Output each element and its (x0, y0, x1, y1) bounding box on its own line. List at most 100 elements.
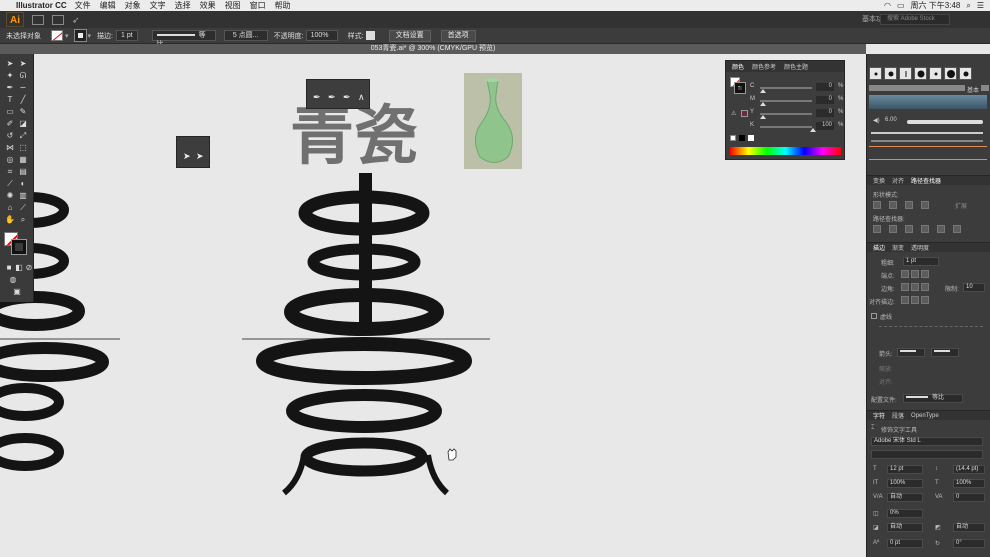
zoom-tool-icon[interactable]: ⌕ (18, 216, 28, 224)
group-select-icon[interactable]: ➤ (196, 151, 204, 162)
cyan-slider[interactable]: C 0% (750, 83, 844, 93)
menu-help[interactable]: 帮助 (275, 0, 291, 11)
out-of-gamut-icon[interactable]: ⚠ (731, 110, 736, 117)
round-cap-icon[interactable] (911, 270, 919, 278)
tab-stroke[interactable]: 描边 (873, 243, 885, 252)
eyedropper-icon[interactable]: ⟋ (5, 180, 15, 188)
brush-line-preview[interactable] (871, 132, 983, 134)
brush-size-stroke[interactable] (907, 120, 983, 124)
menu-select[interactable]: 选择 (175, 0, 191, 11)
baseline-shift-field[interactable]: 0 pt (887, 539, 923, 548)
vscale-field[interactable]: 100% (887, 479, 923, 488)
butt-cap-icon[interactable] (901, 270, 909, 278)
direct-selection-tool-icon[interactable]: ➤ (18, 60, 28, 68)
add-anchor-icon[interactable]: ✒ (328, 92, 336, 103)
black-slider[interactable]: K 100% (750, 122, 844, 132)
font-family-select[interactable]: Adobe 宋体 Std L (871, 437, 983, 446)
artboard-tool-icon[interactable]: ⌂ (5, 204, 15, 212)
tab-paragraph[interactable]: 段落 (892, 411, 904, 420)
brush-cell[interactable] (929, 67, 942, 80)
yellow-slider[interactable]: Y 0% (750, 109, 844, 119)
spotlight-icon[interactable]: ⌕ (966, 1, 970, 11)
paintbrush-icon[interactable]: ✎ (18, 108, 28, 116)
limit-field[interactable]: 10 (963, 283, 985, 292)
kerning-field[interactable]: 自动 (887, 493, 923, 502)
aki-right-field[interactable]: 自动 (953, 523, 985, 532)
tsume-field[interactable]: 0% (887, 509, 923, 518)
curvature-icon[interactable]: ∽ (18, 84, 28, 92)
brush-cell[interactable] (914, 67, 927, 80)
battery-icon[interactable]: ▭ (897, 1, 905, 10)
stroke-swatch[interactable] (73, 29, 87, 42)
tab-align[interactable]: 对齐 (892, 176, 904, 185)
stroke-color-box[interactable] (11, 239, 27, 255)
align-outside-icon[interactable] (921, 296, 929, 304)
gpu-rocket-icon[interactable]: ➶ (72, 15, 84, 25)
arrow-end-select[interactable] (931, 348, 959, 357)
mesh-icon[interactable]: ⌗ (5, 168, 15, 176)
pen-tool-icon[interactable]: ✒ (5, 84, 15, 92)
font-style-select[interactable] (871, 450, 983, 459)
minus-front-icon[interactable] (889, 201, 897, 209)
dash-fields[interactable] (879, 326, 983, 327)
dashed-line-checkbox[interactable] (871, 313, 877, 319)
stroke-profile-select[interactable]: 等比 (151, 30, 216, 48)
brush-cell[interactable] (899, 67, 912, 80)
width-tool-icon[interactable]: ⋈ (5, 144, 15, 152)
square-cap-icon[interactable] (921, 270, 929, 278)
tab-character[interactable]: 字符 (873, 411, 885, 420)
tab-gradient[interactable]: 渐变 (892, 243, 904, 252)
color-panel-stroke[interactable] (734, 82, 746, 94)
clock[interactable]: 周六 下午3:48 (911, 0, 961, 11)
menu-window[interactable]: 窗口 (250, 0, 266, 11)
perspective-icon[interactable]: ▦ (18, 156, 28, 164)
notification-icon[interactable]: ☰ (977, 1, 984, 10)
bevel-join-icon[interactable] (921, 283, 929, 291)
none-swatch[interactable] (730, 135, 736, 141)
blend-icon[interactable]: ◐ (18, 180, 28, 188)
weight-field[interactable]: 1 pt (903, 257, 939, 266)
symbol-sprayer-icon[interactable]: ✺ (5, 192, 15, 200)
divide-icon[interactable] (873, 225, 881, 233)
menu-file[interactable]: 文件 (75, 0, 91, 11)
delete-anchor-icon[interactable]: ✒ (343, 92, 351, 103)
style-swatch[interactable] (365, 31, 375, 40)
aki-left-field[interactable]: 自动 (887, 523, 923, 532)
trim-icon[interactable] (889, 225, 897, 233)
profile-select[interactable]: 等比 (903, 394, 963, 403)
tab-pathfinder[interactable]: 路径查找器 (911, 176, 941, 185)
gradient-mode-icon[interactable]: ◧ (14, 264, 24, 272)
arrange-docs-icon[interactable] (52, 14, 64, 25)
wifi-icon[interactable]: ◠ (884, 1, 891, 10)
color-mode-icon[interactable]: ■ (4, 264, 14, 272)
color-spectrum[interactable] (730, 147, 841, 155)
tracking-field[interactable]: 0 (953, 493, 985, 502)
font-size-field[interactable]: 12 pt (887, 465, 923, 474)
stroke-weight-field[interactable]: 1 pt (115, 30, 138, 41)
round-join-icon[interactable] (911, 283, 919, 291)
selection-tool-icon[interactable]: ➤ (5, 60, 15, 68)
screen-mode-icon[interactable]: ▣ (12, 288, 22, 296)
hscale-field[interactable]: 100% (953, 479, 985, 488)
opacity-field[interactable]: 100% (305, 30, 338, 41)
pen-icon[interactable]: ✒ (313, 92, 321, 103)
document-setup-button[interactable]: 文档设置 (388, 29, 431, 42)
shaper-icon[interactable]: ✐ (5, 120, 15, 128)
type-tool-icon[interactable]: T (5, 96, 15, 104)
draw-mode-icon[interactable]: ◍ (8, 276, 18, 284)
unite-icon[interactable] (873, 201, 881, 209)
eraser-icon[interactable]: ◪ (18, 120, 28, 128)
exclude-icon[interactable] (921, 201, 929, 209)
merge-icon[interactable] (905, 225, 913, 233)
brush-cell[interactable] (959, 67, 972, 80)
rotate-icon[interactable]: ↺ (5, 132, 15, 140)
graph-tool-icon[interactable]: ▥ (18, 192, 28, 200)
bridge-icon[interactable] (32, 14, 44, 25)
document-tab[interactable]: 053青瓷.ai* @ 300% (CMYK/GPU 预览) (0, 44, 866, 54)
tab-color[interactable]: 颜色 (732, 62, 744, 71)
magenta-slider[interactable]: M 0% (750, 96, 844, 106)
brush-select[interactable]: 5 点圆... (223, 30, 268, 41)
char-rotation-field[interactable]: 0° (953, 539, 985, 548)
leading-field[interactable]: (14.4 pt) (953, 465, 985, 474)
app-name-menu[interactable]: Illustrator CC (16, 1, 67, 10)
